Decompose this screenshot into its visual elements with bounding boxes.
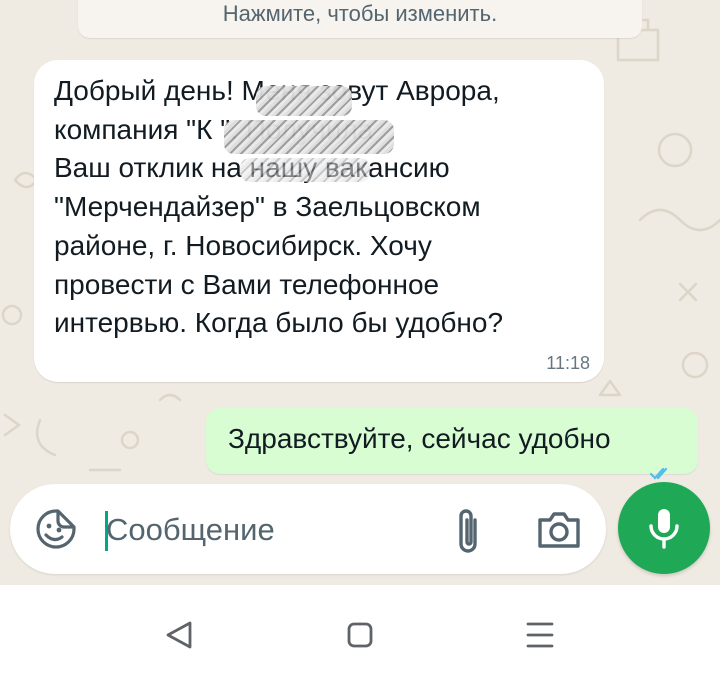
back-button[interactable] [160, 617, 200, 653]
sticker-emoji-icon [36, 509, 76, 549]
message-input[interactable] [106, 506, 426, 554]
message-timestamp: 11:18 [546, 353, 590, 373]
message-line: "Мерчендайзер" в Заельцовском [54, 191, 481, 223]
message-composer [10, 484, 606, 574]
read-receipt-icon [650, 468, 668, 480]
camera-icon [538, 512, 580, 548]
outgoing-message-bubble[interactable]: Здравствуйте, сейчас удобно [206, 408, 698, 474]
paperclip-icon [459, 509, 477, 553]
system-navigation-bar [0, 585, 720, 681]
message-line: районе, г. Новосибирск. Хочу [54, 229, 432, 261]
emoji-button[interactable] [32, 505, 80, 553]
redaction-scribble [256, 86, 352, 116]
message-line: интервью. Когда было бы удобно? [54, 307, 504, 339]
menu-lines-icon [526, 622, 554, 648]
home-square-icon [347, 622, 373, 648]
message-line: провести с Вами телефонное [54, 268, 440, 300]
outgoing-message-text: Здравствуйте, сейчас удобно [228, 423, 611, 454]
back-triangle-icon [166, 621, 192, 649]
attach-button[interactable] [448, 504, 488, 556]
voice-message-button[interactable] [618, 482, 710, 574]
edit-hint-banner[interactable]: Нажмите, чтобы изменить. [78, 0, 642, 38]
recent-apps-button[interactable] [520, 617, 560, 653]
banner-text: Нажмите, чтобы изменить. [222, 1, 498, 26]
redaction-scribble [224, 120, 394, 154]
redaction-scribble [240, 158, 370, 182]
incoming-message-bubble[interactable]: Добрый день! Меня зовут Аврора, компания… [34, 60, 604, 382]
camera-button[interactable] [534, 506, 584, 554]
home-button[interactable] [340, 617, 380, 653]
microphone-icon [649, 509, 679, 549]
